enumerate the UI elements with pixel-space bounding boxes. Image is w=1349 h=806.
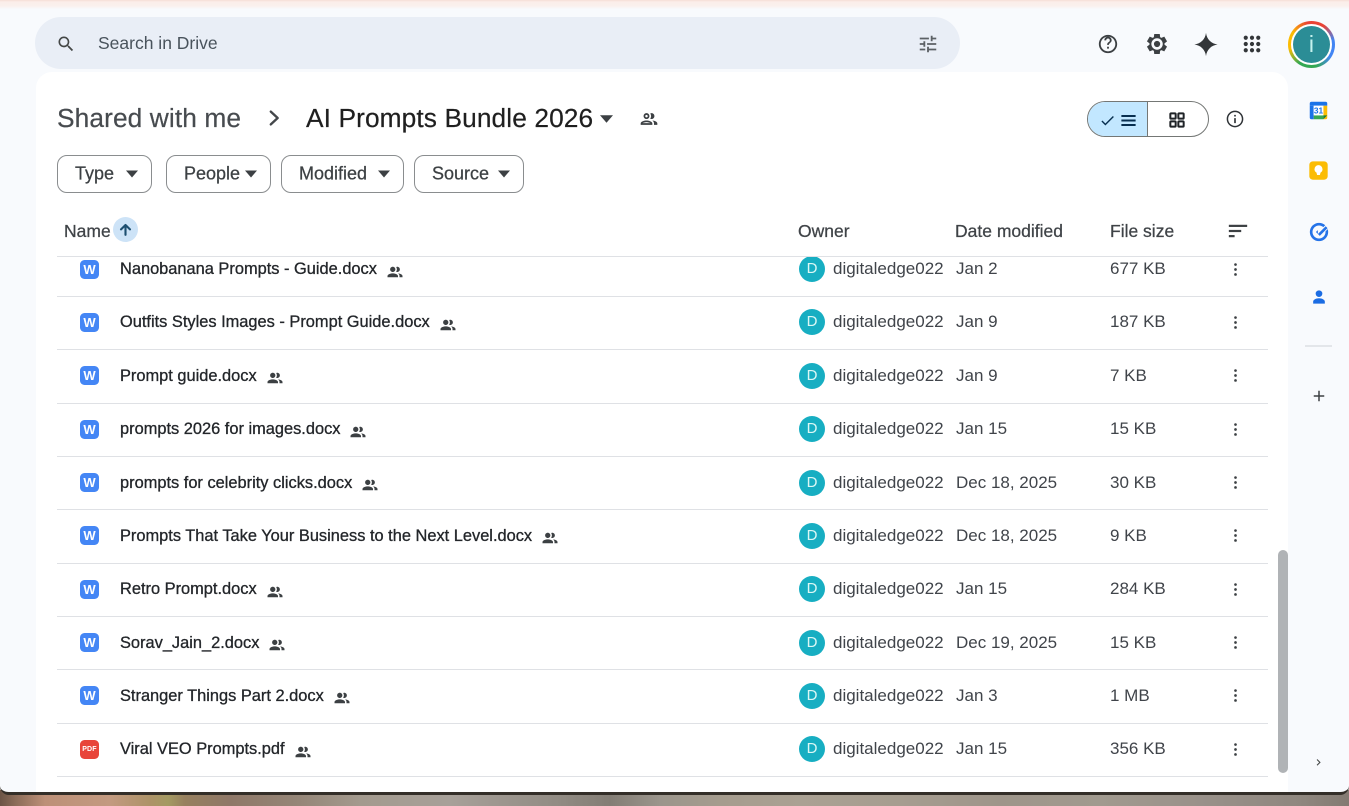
svg-text:31: 31 xyxy=(1314,105,1324,115)
